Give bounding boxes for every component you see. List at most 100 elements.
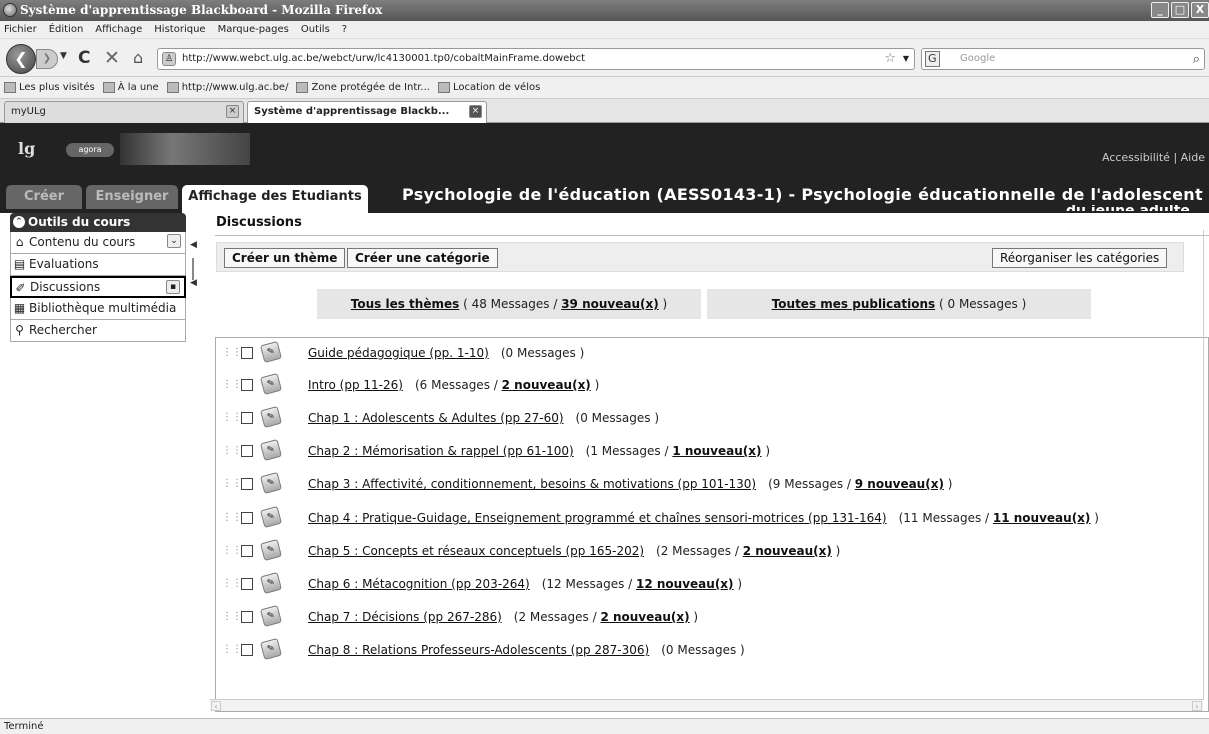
search-bar[interactable]: G Google ⌕ xyxy=(921,48,1205,70)
topic-checkbox[interactable] xyxy=(241,347,253,359)
tab-student-view[interactable]: Affichage des Etudiants xyxy=(182,185,368,213)
menu-history[interactable]: Historique xyxy=(154,24,205,35)
menu-bookmarks[interactable]: Marque-pages xyxy=(218,24,289,35)
drag-handle-icon[interactable]: ⋮⋮ xyxy=(222,578,242,590)
topic-link[interactable]: Chap 3 : Affectivité, conditionnement, b… xyxy=(308,477,756,491)
resize-grip[interactable] xyxy=(192,258,194,280)
course-tools-heading[interactable]: ⌃ Outils du cours xyxy=(10,213,186,232)
topic-link[interactable]: Chap 4 : Pratique-Guidage, Enseignement … xyxy=(308,511,887,525)
url-dropdown-icon[interactable]: ▼ xyxy=(903,49,909,69)
collapse-left-icon[interactable]: ◀ xyxy=(190,240,197,250)
all-new-link[interactable]: 39 nouveau(x) xyxy=(561,297,659,311)
link-icon xyxy=(437,82,450,93)
create-category-button[interactable]: Créer une catégorie xyxy=(347,248,498,268)
horizontal-scrollbar[interactable]: ‹ › xyxy=(210,699,1203,711)
options-icon[interactable]: ▪ xyxy=(166,280,180,294)
drag-handle-icon[interactable]: ⋮⋮ xyxy=(222,445,242,457)
sidebar-item-media-library[interactable]: ▦ Bibliothèque multimédia xyxy=(10,298,186,320)
all-themes-link[interactable]: Tous les thèmes xyxy=(351,297,459,311)
topic-checkbox[interactable] xyxy=(241,611,253,623)
bookmark-intranet[interactable]: Zone protégée de Intr... xyxy=(296,82,430,93)
history-dropdown-icon[interactable]: ▼ xyxy=(60,51,67,61)
topic-new-link[interactable]: 9 nouveau(x) xyxy=(855,477,944,491)
topic-checkbox[interactable] xyxy=(241,545,253,557)
bookmark-bikes[interactable]: Location de vélos xyxy=(437,82,540,93)
reload-icon[interactable]: C xyxy=(78,48,90,68)
bookmark-ulg[interactable]: http://www.ulg.ac.be/ xyxy=(166,82,288,93)
topic-icon: ✎ xyxy=(259,604,283,628)
back-arrow-icon: ❮ xyxy=(14,49,28,68)
topic-checkbox[interactable] xyxy=(241,445,253,457)
drag-handle-icon[interactable]: ⋮⋮ xyxy=(222,644,242,656)
topic-checkbox[interactable] xyxy=(241,412,253,424)
url-bar[interactable]: ♙ http://www.webct.ulg.ac.be/webct/urw/l… xyxy=(157,48,915,70)
topic-checkbox[interactable] xyxy=(241,578,253,590)
drag-handle-icon[interactable]: ⋮⋮ xyxy=(222,512,242,524)
create-theme-button[interactable]: Créer un thème xyxy=(224,248,346,268)
topic-new-link[interactable]: 2 nouveau(x) xyxy=(502,378,591,392)
topic-link[interactable]: Chap 8 : Relations Professeurs-Adolescen… xyxy=(308,643,649,657)
menu-tools[interactable]: Outils xyxy=(301,24,330,35)
topic-link[interactable]: Chap 5 : Concepts et réseaux conceptuels… xyxy=(308,544,644,558)
topic-checkbox[interactable] xyxy=(241,512,253,524)
topic-link[interactable]: Intro (pp 11-26) xyxy=(308,378,403,392)
drag-handle-icon[interactable]: ⋮⋮ xyxy=(222,412,242,424)
topic-new-link[interactable]: 2 nouveau(x) xyxy=(743,544,832,558)
bookmark-headlines[interactable]: À la une xyxy=(102,82,159,93)
site-identity-icon[interactable]: ♙ xyxy=(162,52,176,66)
search-icon[interactable]: ⌕ xyxy=(1193,50,1200,70)
sidebar-item-evaluations[interactable]: ▤ Evaluations xyxy=(10,254,186,276)
topic-checkbox[interactable] xyxy=(241,644,253,656)
search-engine-selector[interactable]: G xyxy=(925,51,940,67)
bookmark-star-icon[interactable]: ☆ xyxy=(884,49,896,69)
vertical-scrollbar[interactable] xyxy=(1203,230,1208,700)
drag-handle-icon[interactable]: ⋮⋮ xyxy=(222,545,242,557)
maximize-button[interactable]: □ xyxy=(1171,2,1189,18)
sidebar-collapse-handle[interactable]: ◀ ◀ xyxy=(190,240,198,288)
drag-handle-icon[interactable]: ⋮⋮ xyxy=(222,611,242,623)
topic-link[interactable]: Chap 2 : Mémorisation & rappel (pp 61-10… xyxy=(308,444,574,458)
menu-view[interactable]: Affichage xyxy=(95,24,142,35)
menu-help[interactable]: ? xyxy=(342,24,347,35)
reorganize-categories-button[interactable]: Réorganiser les catégories xyxy=(992,248,1168,268)
tab-close-icon[interactable]: × xyxy=(226,105,239,118)
back-button[interactable]: ❮ xyxy=(6,44,36,74)
topic-new-link[interactable]: 2 nouveau(x) xyxy=(600,610,689,624)
help-link[interactable]: Aide xyxy=(1181,151,1205,164)
minimize-button[interactable]: _ xyxy=(1151,2,1169,18)
forward-button[interactable]: ❯ xyxy=(36,49,58,69)
drag-handle-icon[interactable]: ⋮⋮ xyxy=(222,347,242,359)
tab-myulg[interactable]: myULg × xyxy=(4,101,244,123)
close-button[interactable]: X xyxy=(1191,2,1209,18)
topic-link[interactable]: Chap 6 : Métacognition (pp 203-264) xyxy=(308,577,530,591)
topic-checkbox[interactable] xyxy=(241,379,253,391)
accessibility-link[interactable]: Accessibilité xyxy=(1102,151,1170,164)
drag-handle-icon[interactable]: ⋮⋮ xyxy=(222,379,242,391)
expand-down-icon[interactable]: ⌄ xyxy=(167,234,181,248)
topic-checkbox[interactable] xyxy=(241,478,253,490)
menu-edit[interactable]: Édition xyxy=(49,24,84,35)
tab-create[interactable]: Créer xyxy=(6,185,82,209)
bookmark-most-visited[interactable]: Les plus visités xyxy=(4,82,95,93)
tab-blackboard[interactable]: Système d'apprentissage Blackb... × xyxy=(247,101,487,123)
scroll-right-icon[interactable]: › xyxy=(1192,701,1202,711)
collapse-up-icon[interactable]: ⌃ xyxy=(13,216,25,228)
tab-close-icon[interactable]: × xyxy=(469,105,482,118)
topic-new-link[interactable]: 1 nouveau(x) xyxy=(672,444,761,458)
sidebar-item-search[interactable]: ⚲ Rechercher xyxy=(10,320,186,342)
topic-new-link[interactable]: 12 nouveau(x) xyxy=(636,577,734,591)
my-posts-link[interactable]: Toutes mes publications xyxy=(772,297,935,311)
collapse-left-icon[interactable]: ◀ xyxy=(190,278,197,288)
menu-file[interactable]: Fichier xyxy=(4,24,37,35)
topic-new-link[interactable]: 11 nouveau(x) xyxy=(993,511,1091,525)
drag-handle-icon[interactable]: ⋮⋮ xyxy=(222,478,242,490)
topic-link[interactable]: Chap 7 : Décisions (pp 267-286) xyxy=(308,610,502,624)
topic-link[interactable]: Chap 1 : Adolescents & Adultes (pp 27-60… xyxy=(308,411,564,425)
sidebar-item-course-content[interactable]: ⌂ Contenu du cours ⌄ xyxy=(10,232,186,254)
tab-teach[interactable]: Enseigner xyxy=(86,185,178,209)
sidebar-item-discussions[interactable]: ✐ Discussions ▪ xyxy=(10,276,186,298)
topic-link[interactable]: Guide pédagogique (pp. 1-10) xyxy=(308,346,489,360)
scroll-left-icon[interactable]: ‹ xyxy=(211,701,221,711)
home-icon[interactable]: ⌂ xyxy=(133,48,143,67)
stop-icon[interactable]: ✕ xyxy=(104,47,120,69)
